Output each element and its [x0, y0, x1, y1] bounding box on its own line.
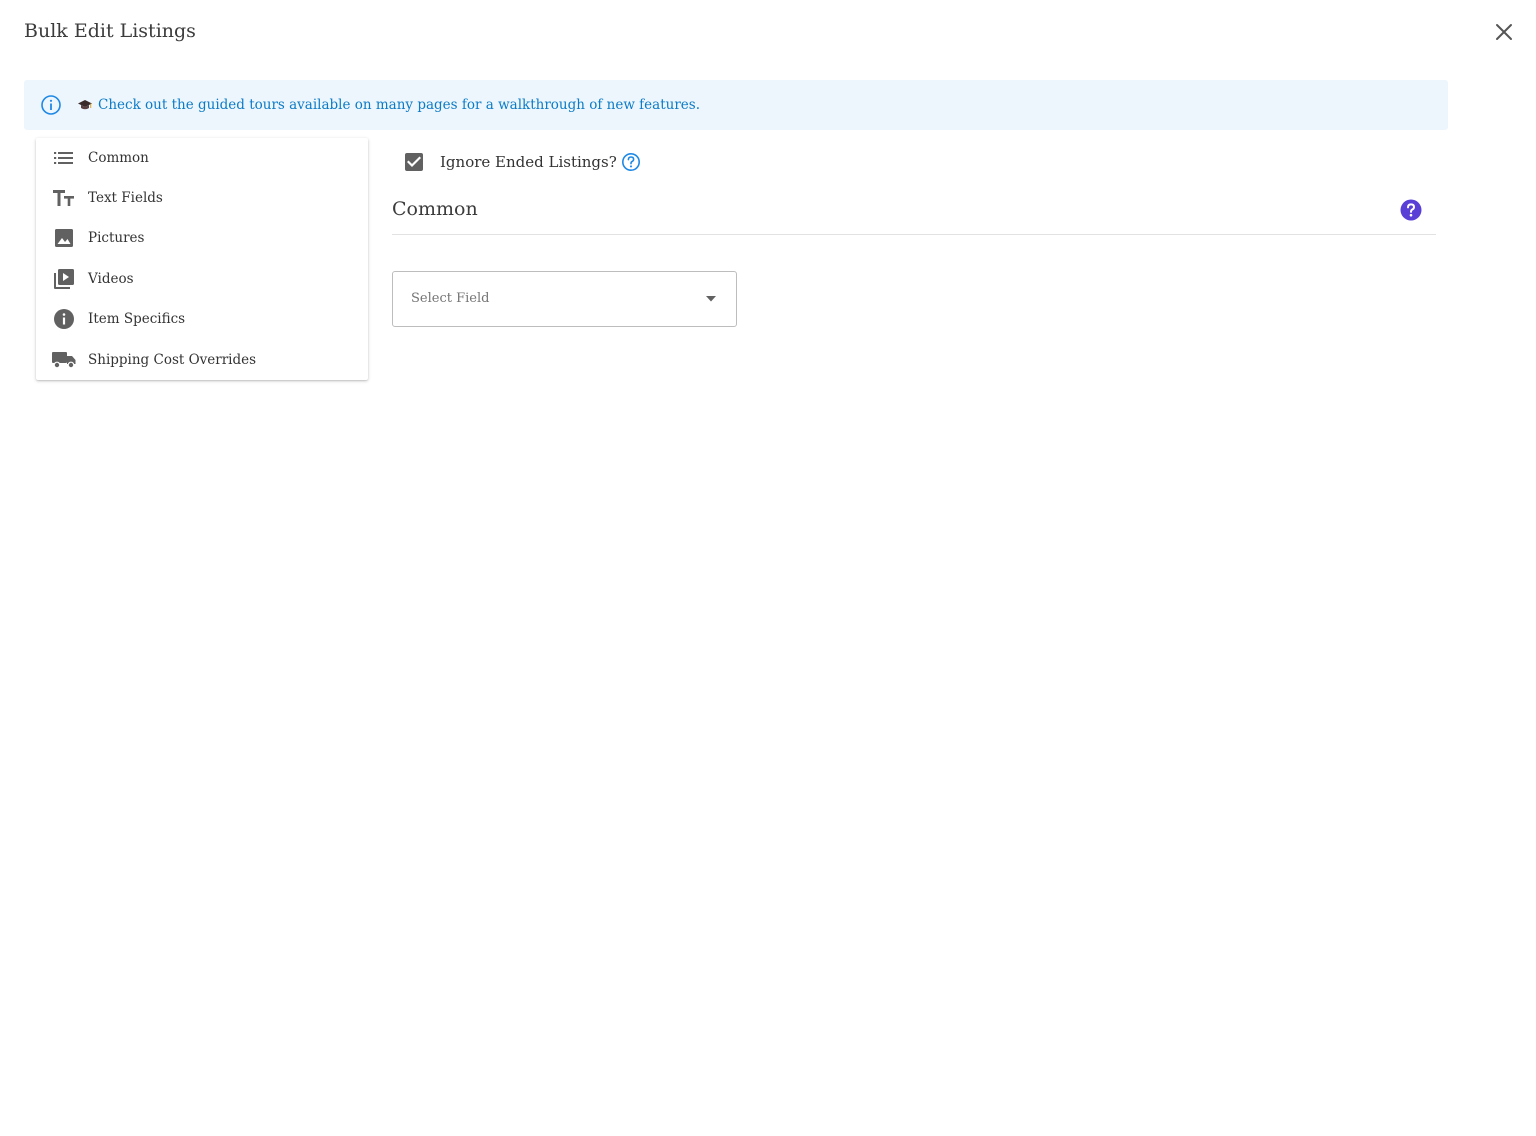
sidebar-item-label: Common [88, 150, 149, 166]
image-icon [52, 226, 76, 250]
ignore-ended-row: Ignore Ended Listings? [405, 150, 641, 174]
check-icon [407, 156, 421, 168]
sidebar-item-label: Videos [88, 271, 134, 287]
close-button[interactable] [1492, 20, 1516, 44]
sidebar-item-label: Item Specifics [88, 311, 186, 327]
select-field-dropdown[interactable]: Select Field [392, 271, 737, 327]
ignore-ended-checkbox[interactable] [405, 153, 423, 171]
list-icon [52, 146, 76, 170]
sidebar-item-label: Shipping Cost Overrides [88, 352, 257, 368]
sidebar-item-item-specifics[interactable]: Item Specifics [36, 299, 368, 339]
sidebar-item-text-fields[interactable]: Text Fields [36, 178, 368, 218]
section-title: Common [392, 198, 478, 220]
caret-down-icon [706, 296, 716, 302]
dialog-title: Bulk Edit Listings [24, 20, 196, 42]
info-banner: Check out the guided tours available on … [24, 80, 1448, 130]
sidebar-item-label: Pictures [88, 230, 145, 246]
sidebar-item-label: Text Fields [88, 190, 163, 206]
text-fields-icon [52, 186, 76, 210]
bulk-edit-dialog: Bulk Edit Listings Check out the guided … [0, 0, 1536, 1136]
banner-text: Check out the guided tours available on … [98, 97, 700, 113]
select-field-placeholder: Select Field [411, 291, 490, 306]
graduation-cap-icon [78, 98, 92, 112]
sidebar-item-pictures[interactable]: Pictures [36, 218, 368, 258]
help-circle-icon[interactable] [1400, 199, 1422, 221]
sidebar-nav: Common Text Fields Pictures Videos Item … [36, 138, 368, 380]
section-header: Common [392, 196, 1436, 235]
sidebar-item-common[interactable]: Common [36, 138, 368, 178]
sidebar-item-shipping-cost-overrides[interactable]: Shipping Cost Overrides [36, 340, 368, 380]
ignore-ended-label: Ignore Ended Listings? [440, 153, 617, 171]
close-icon [1496, 24, 1512, 40]
help-outline-icon[interactable] [621, 152, 641, 172]
info-filled-icon [52, 307, 76, 331]
info-outline-icon [40, 94, 62, 116]
video-library-icon [52, 267, 76, 291]
truck-icon [52, 348, 76, 372]
sidebar-item-videos[interactable]: Videos [36, 259, 368, 299]
